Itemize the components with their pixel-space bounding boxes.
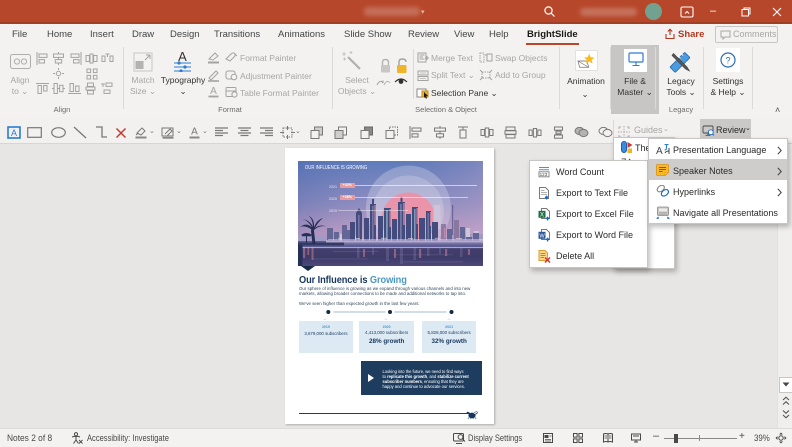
- svg-text:?: ?: [725, 55, 730, 65]
- svg-text:A: A: [191, 127, 198, 138]
- svg-text:X: X: [540, 213, 544, 219]
- svg-text:A: A: [656, 146, 663, 156]
- svg-text:A: A: [11, 128, 17, 138]
- svg-text:123: 123: [540, 172, 548, 177]
- svg-text:A: A: [210, 86, 217, 97]
- svg-text:W: W: [539, 234, 545, 240]
